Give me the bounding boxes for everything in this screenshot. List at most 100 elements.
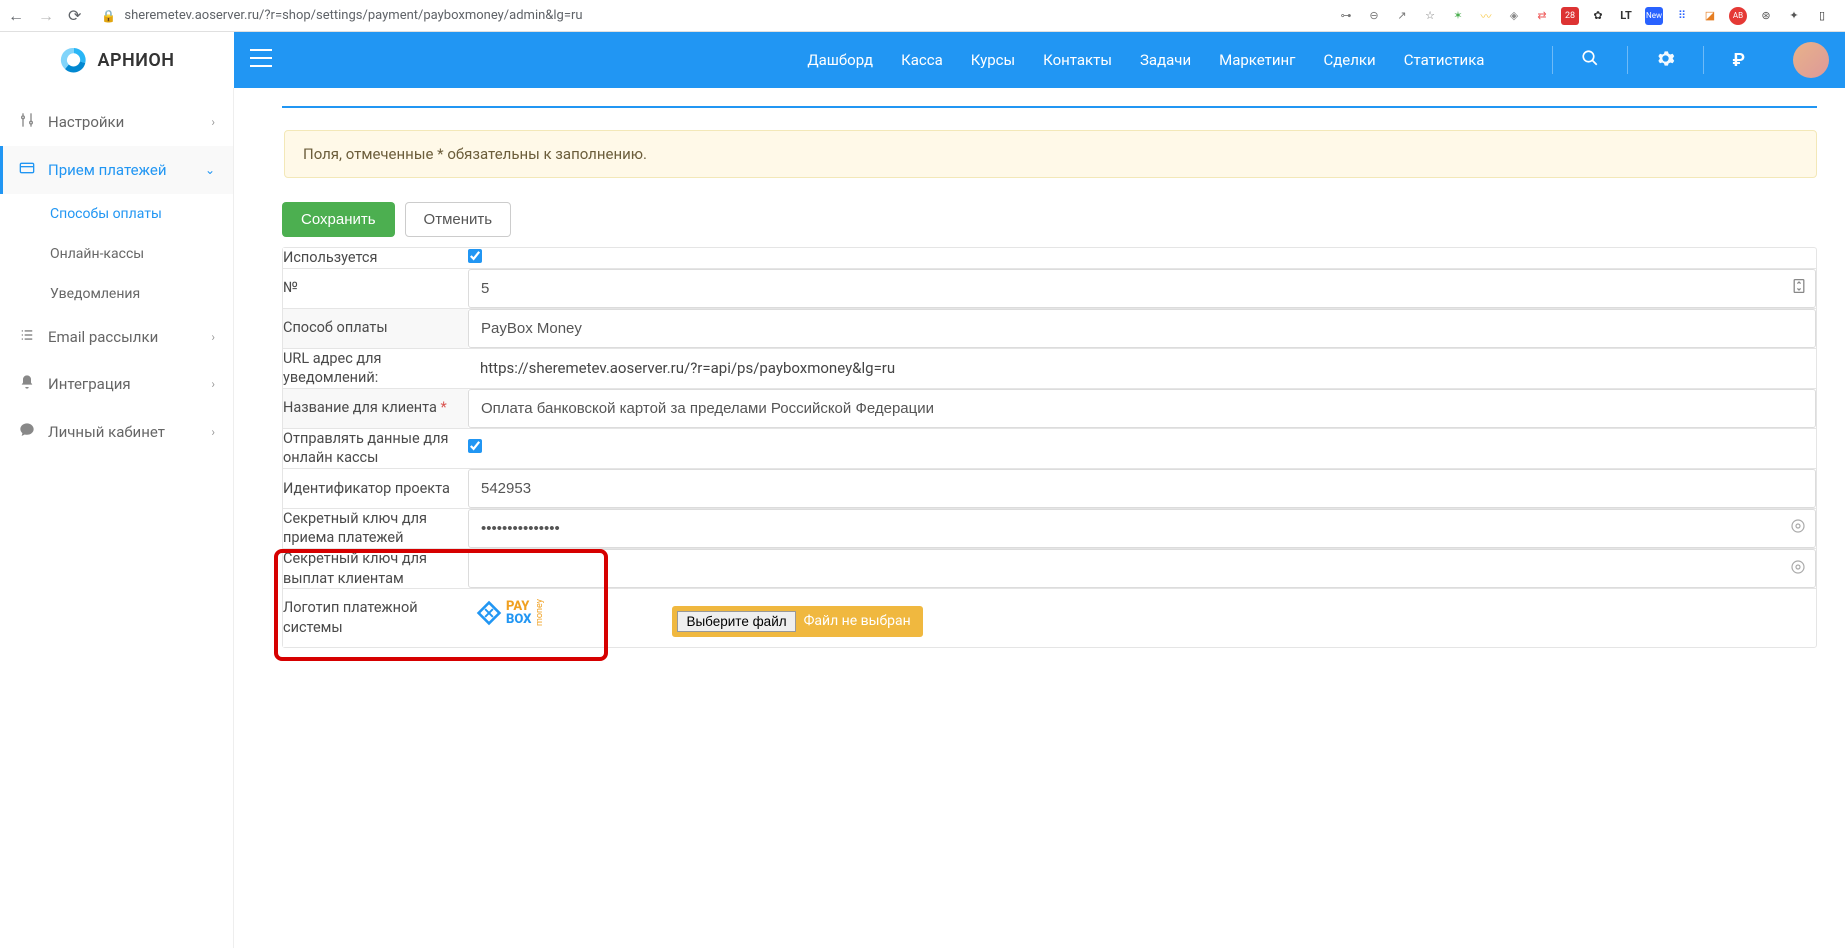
sliders-icon	[18, 112, 36, 132]
sidebar-item-email[interactable]: Email рассылки ›	[0, 314, 233, 360]
star-icon[interactable]: ☆	[1421, 7, 1439, 25]
client-name-input[interactable]	[468, 389, 1816, 428]
ext-icon-5[interactable]: ✿	[1589, 7, 1607, 25]
chevron-right-icon: ›	[211, 330, 215, 344]
number-input[interactable]	[468, 269, 1816, 308]
ext-icon-7[interactable]: New	[1645, 7, 1663, 25]
nav-courses[interactable]: Курсы	[971, 51, 1015, 69]
reveal-icon[interactable]	[1790, 518, 1806, 538]
reload-icon[interactable]: ⟳	[68, 6, 81, 25]
choose-file-button[interactable]: Выберите файл	[677, 611, 795, 632]
reveal-icon[interactable]	[1790, 559, 1806, 579]
content: Поля, отмеченные * обязательны к заполне…	[234, 88, 1845, 948]
browser-bar: ← → ⟳ 🔒 sheremetev.aoserver.ru/?r=shop/s…	[0, 0, 1845, 32]
secret-out-input[interactable]	[468, 549, 1816, 588]
forward-icon[interactable]: →	[38, 6, 54, 26]
chevron-right-icon: ›	[211, 425, 215, 439]
calendar-icon[interactable]: 28	[1561, 7, 1579, 25]
nav-marketing[interactable]: Маркетинг	[1219, 51, 1295, 69]
url-bar[interactable]: 🔒 sheremetev.aoserver.ru/?r=shop/setting…	[93, 8, 1325, 23]
topbar: Дашборд Касса Курсы Контакты Задачи Марк…	[234, 32, 1845, 88]
browser-nav: ← → ⟳	[8, 6, 81, 26]
file-upload: Выберите файл Файл не выбран	[672, 606, 922, 637]
logo-icon	[59, 45, 89, 75]
sidebar-item-settings[interactable]: Настройки ›	[0, 98, 233, 146]
secret-in-input[interactable]	[468, 509, 1816, 548]
sidebar-item-label: Интеграция	[48, 375, 131, 393]
ext-icon-9[interactable]: ⊛	[1757, 7, 1775, 25]
key-icon[interactable]: ⊶	[1337, 7, 1355, 25]
ext-icon-1[interactable]: 〰	[1477, 7, 1495, 25]
sidebar-item-label: Личный кабинет	[48, 423, 165, 441]
sidebar: Настройки › Прием платежей ⌄ Способы опл…	[0, 88, 234, 948]
project-id-input[interactable]	[468, 469, 1816, 508]
apps-icon[interactable]: ⠿	[1673, 7, 1691, 25]
ext-icon-6[interactable]: LT	[1617, 7, 1635, 25]
label-url: URL адрес для уведомлений:	[283, 349, 468, 389]
nav-tasks[interactable]: Задачи	[1140, 51, 1191, 69]
back-icon[interactable]: ←	[8, 6, 24, 26]
ruble-icon[interactable]: ₽	[1732, 50, 1745, 71]
chevron-down-icon: ⌄	[205, 163, 215, 177]
chevron-right-icon: ›	[211, 115, 215, 129]
ext-icon-2[interactable]: ◈	[1505, 7, 1523, 25]
paybox-logo: PAYBOX money	[476, 599, 545, 626]
nav-icons: ₽	[1548, 46, 1745, 74]
divider	[1627, 46, 1628, 74]
used-checkbox[interactable]	[468, 249, 482, 263]
save-button[interactable]: Сохранить	[282, 202, 395, 237]
label-used: Используется	[283, 248, 468, 269]
label-send-kassa: Отправлять данные для онлайн кассы	[283, 429, 468, 469]
form-actions: Сохранить Отменить	[282, 202, 1817, 237]
chevron-right-icon: ›	[211, 377, 215, 391]
nav-stats[interactable]: Статистика	[1404, 51, 1485, 69]
logo-text: АРНИОН	[97, 50, 174, 71]
adblock-icon[interactable]: AB	[1729, 7, 1747, 25]
sidebar-item-label: Email рассылки	[48, 328, 158, 346]
gear-icon[interactable]	[1656, 49, 1675, 72]
app-header: АРНИОН Дашборд Касса Курсы Контакты Зада…	[0, 32, 1845, 88]
sidebar-sub-notifications[interactable]: Уведомления	[0, 274, 233, 314]
ext-icon-8[interactable]: ◪	[1701, 7, 1719, 25]
search-icon[interactable]	[1581, 49, 1599, 71]
label-method: Способ оплаты	[283, 309, 468, 349]
nav-deals[interactable]: Сделки	[1323, 51, 1375, 69]
url-text: sheremetev.aoserver.ru/?r=shop/settings/…	[124, 8, 582, 23]
bell-icon	[18, 374, 36, 394]
nav-contacts[interactable]: Контакты	[1043, 51, 1112, 69]
sidebar-sub-payment-methods[interactable]: Способы оплаты	[0, 194, 233, 234]
menu-toggle-icon[interactable]	[250, 49, 286, 71]
sidebar-item-cabinet[interactable]: Личный кабинет ›	[0, 408, 233, 456]
sidebar-sub-online-kassa[interactable]: Онлайн-кассы	[0, 234, 233, 274]
chat-icon	[18, 422, 36, 442]
divider	[1703, 46, 1704, 74]
sort-icon[interactable]	[1792, 278, 1806, 298]
label-secret-in: Секретный ключ для приема платежей	[283, 509, 468, 549]
card-icon	[18, 160, 36, 180]
share-icon[interactable]: ↗	[1393, 7, 1411, 25]
label-client-name: Название для клиента *	[283, 389, 468, 429]
file-status: Файл не выбран	[804, 613, 911, 629]
lock-icon: 🔒	[101, 9, 116, 23]
puzzle-icon[interactable]: ✦	[1785, 7, 1803, 25]
sidebar-item-label: Прием платежей	[48, 161, 167, 179]
window-icon[interactable]: ▯	[1813, 7, 1831, 25]
divider	[1552, 46, 1553, 74]
sidebar-item-label: Настройки	[48, 113, 124, 131]
label-number: №	[283, 269, 468, 309]
nav-dashboard[interactable]: Дашборд	[807, 51, 873, 69]
send-kassa-checkbox[interactable]	[468, 439, 482, 453]
nav-kassa[interactable]: Касса	[901, 51, 943, 69]
logo[interactable]: АРНИОН	[0, 32, 234, 88]
url-value: https://sheremetev.aoserver.ru/?r=api/ps…	[468, 349, 1816, 389]
zoom-icon[interactable]: ⊖	[1365, 7, 1383, 25]
method-input[interactable]	[468, 309, 1816, 348]
sidebar-item-integration[interactable]: Интеграция ›	[0, 360, 233, 408]
label-secret-out: Секретный ключ для выплат клиентам	[283, 549, 468, 589]
main-nav: Дашборд Касса Курсы Контакты Задачи Марк…	[807, 42, 1829, 78]
sidebar-item-payments[interactable]: Прием платежей ⌄	[0, 146, 233, 194]
cancel-button[interactable]: Отменить	[405, 202, 512, 237]
avatar[interactable]	[1793, 42, 1829, 78]
ext-icon-3[interactable]: ⇄	[1533, 7, 1551, 25]
evernote-icon[interactable]: ✶	[1449, 7, 1467, 25]
